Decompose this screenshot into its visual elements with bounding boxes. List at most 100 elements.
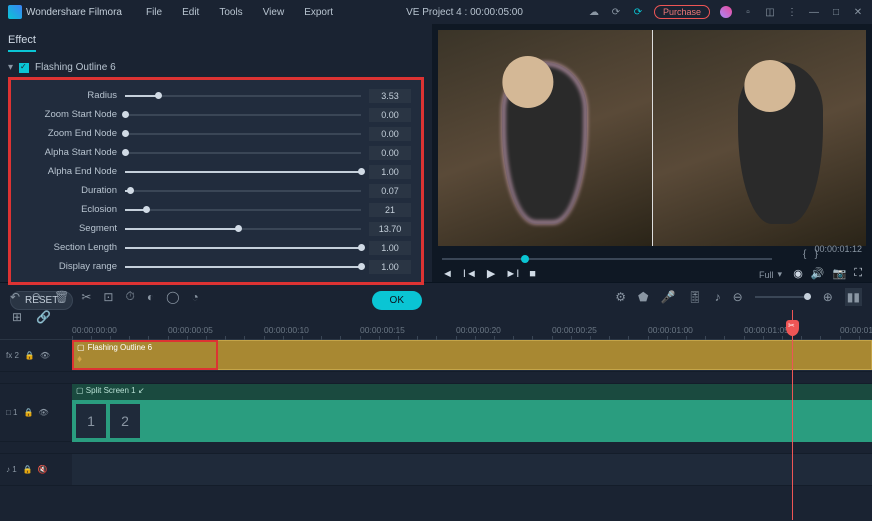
param-slider[interactable] — [125, 95, 361, 97]
record-icon[interactable]: ◉ — [793, 267, 803, 280]
mask-icon[interactable]: ◔ — [192, 290, 199, 304]
param-value[interactable]: 21 — [369, 203, 411, 217]
param-slider[interactable] — [125, 247, 361, 249]
fullscreen-icon[interactable]: ⛶ — [854, 267, 862, 280]
step-back-icon[interactable]: I◄ — [463, 268, 477, 280]
minimize-icon[interactable]: — — [808, 6, 820, 18]
playhead[interactable] — [792, 310, 793, 520]
effect-header[interactable]: ▾ Flashing Outline 6 — [8, 62, 424, 73]
split-clip[interactable]: 1 2 — [72, 400, 872, 442]
param-slider[interactable] — [125, 228, 361, 230]
split-tile-1[interactable]: 1 — [76, 404, 106, 438]
snapshot-icon[interactable]: 📷 — [833, 267, 847, 280]
timeline-mode-icon[interactable]: ⊞ — [12, 310, 22, 324]
lock-icon[interactable]: 🔒 — [24, 408, 34, 417]
mark-brackets[interactable]: { } — [803, 249, 818, 260]
preview-scrubber[interactable] — [442, 258, 772, 260]
zoom-out-icon[interactable]: ⊖ — [733, 290, 743, 304]
step-fwd-icon[interactable]: ►I — [505, 268, 519, 280]
lock-icon[interactable]: 🔒 — [23, 465, 33, 474]
menu-file[interactable]: File — [138, 5, 170, 20]
effect-tab[interactable]: Effect — [8, 30, 36, 52]
refresh-icon[interactable]: ⟳ — [610, 6, 622, 18]
param-slider[interactable] — [125, 114, 361, 116]
param-label: Zoom End Node — [21, 128, 117, 139]
maximize-icon[interactable]: □ — [830, 6, 842, 18]
speed-icon[interactable]: ⏱ — [125, 289, 134, 304]
param-value[interactable]: 1.00 — [369, 241, 411, 255]
param-slider[interactable] — [125, 133, 361, 135]
param-slider[interactable] — [125, 266, 361, 268]
marker-icon[interactable]: ⬟ — [638, 290, 648, 304]
param-label: Duration — [21, 185, 117, 196]
param-row: Zoom Start Node 0.00 — [21, 105, 411, 124]
save-icon[interactable]: ▫ — [742, 6, 754, 18]
param-value[interactable]: 1.00 — [369, 260, 411, 274]
ruler-time: 00:00:01:05 — [744, 325, 789, 335]
prev-frame-icon[interactable]: ◄ — [442, 268, 453, 280]
preview-viewport[interactable] — [438, 30, 866, 246]
scrub-knob[interactable] — [521, 255, 529, 263]
redo-icon[interactable]: ↷ — [32, 290, 42, 304]
mute-icon[interactable]: 🔇 — [38, 465, 48, 474]
link-icon[interactable]: 🔗 — [36, 310, 51, 324]
profile-avatar[interactable] — [720, 6, 732, 18]
cloud-icon[interactable]: ☁ — [588, 6, 600, 18]
mute-icon[interactable]: 🔊 — [811, 267, 825, 280]
param-value[interactable]: 0.00 — [369, 127, 411, 141]
app-logo — [8, 5, 22, 19]
param-value[interactable]: 13.70 — [369, 222, 411, 236]
eye-icon[interactable]: 👁 — [40, 351, 50, 360]
purchase-button[interactable]: Purchase — [654, 5, 710, 19]
track-video: □ 1🔒👁 ▢ Split Screen 1 ↙ 1 2 — [0, 384, 872, 442]
time-ruler[interactable]: 00:00:00:0000:00:00:0500:00:00:1000:00:0… — [0, 324, 872, 340]
quality-dropdown[interactable]: Full▾ — [759, 269, 782, 280]
param-slider[interactable] — [125, 171, 361, 173]
menu-tools[interactable]: Tools — [211, 5, 250, 20]
effect-enable-checkbox[interactable] — [19, 63, 29, 73]
split-tile-2[interactable]: 2 — [110, 404, 140, 438]
gear-icon[interactable]: ⚙ — [615, 290, 626, 304]
lock-icon[interactable]: 🔒 — [25, 351, 35, 360]
param-value[interactable]: 0.07 — [369, 184, 411, 198]
ruler-time: 00:00:00:20 — [456, 325, 501, 335]
param-value[interactable]: 0.00 — [369, 108, 411, 122]
playhead-knob[interactable] — [786, 320, 799, 336]
zoom-in-icon[interactable]: ⊕ — [823, 290, 833, 304]
param-slider[interactable] — [125, 190, 361, 192]
param-row: Alpha End Node 1.00 — [21, 162, 411, 181]
more-icon[interactable]: ⋮ — [786, 6, 798, 18]
param-value[interactable]: 1.00 — [369, 165, 411, 179]
delete-icon[interactable]: 🗑 — [54, 290, 69, 304]
layout-icon[interactable]: ◫ — [764, 6, 776, 18]
mixer-icon[interactable]: 🎚 — [687, 290, 702, 304]
close-icon[interactable]: ✕ — [852, 6, 864, 18]
green-icon[interactable]: ◯ — [166, 290, 179, 304]
param-label: Radius — [21, 90, 117, 101]
music-icon[interactable]: ♪ — [715, 290, 721, 304]
stop-icon[interactable]: ■ — [529, 268, 536, 280]
menu-export[interactable]: Export — [296, 5, 341, 20]
ok-button[interactable]: OK — [372, 291, 422, 310]
sync-icon[interactable]: ⟳ — [632, 6, 644, 18]
ruler-time: 00:00:01:10 — [840, 325, 872, 335]
mic-icon[interactable]: 🎤 — [660, 290, 675, 304]
param-slider[interactable] — [125, 152, 361, 154]
ruler-time: 00:00:00:15 — [360, 325, 405, 335]
menu-edit[interactable]: Edit — [174, 5, 207, 20]
split-clip-header[interactable]: ▢ Split Screen 1 ↙ — [72, 384, 872, 400]
cut-icon[interactable]: ✂ — [81, 290, 91, 304]
eye-icon[interactable]: 👁 — [38, 408, 48, 417]
color-icon[interactable]: ◐ — [147, 290, 154, 304]
crop-icon[interactable]: ⊡ — [103, 290, 113, 304]
fit-icon[interactable]: ▮▮ — [845, 288, 862, 306]
track-audio: ♪ 1🔒🔇 — [0, 454, 872, 486]
play-icon[interactable]: ▶ — [487, 267, 495, 280]
zoom-slider[interactable] — [755, 296, 811, 298]
param-slider[interactable] — [125, 209, 361, 211]
menu-view[interactable]: View — [255, 5, 293, 20]
param-row: Radius 3.53 — [21, 86, 411, 105]
undo-icon[interactable]: ↶ — [10, 290, 20, 304]
param-value[interactable]: 0.00 — [369, 146, 411, 160]
param-value[interactable]: 3.53 — [369, 89, 411, 103]
